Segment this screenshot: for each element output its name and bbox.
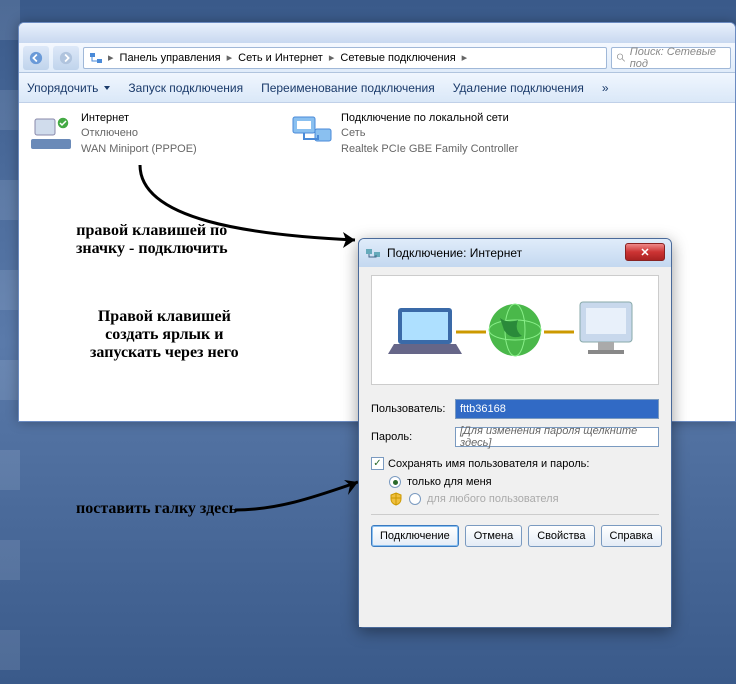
connection-status: Отключено — [81, 126, 197, 141]
radio-icon — [409, 493, 421, 505]
connection-device: WAN Miniport (PPPOE) — [81, 142, 197, 157]
nav-forward-button[interactable] — [53, 46, 79, 70]
dialog-title: Подключение: Интернет — [387, 246, 522, 260]
button-label: Подключение — [380, 530, 450, 542]
username-value: fttb36168 — [460, 403, 506, 415]
dialog-body: Пользователь: fttb36168 Пароль: [Для изм… — [359, 267, 671, 627]
connection-icon — [365, 245, 381, 261]
dialog-buttons: Подключение Отмена Свойства Справка — [371, 525, 659, 547]
rename-connection-button[interactable]: Переименование подключения — [261, 81, 435, 95]
radio-icon — [389, 476, 401, 488]
shield-icon — [389, 492, 403, 506]
toolbar-label: Переименование подключения — [261, 81, 435, 95]
breadcrumb[interactable]: ▸ Панель управления ▸ Сеть и Интернет ▸ … — [83, 47, 607, 69]
button-label: Справка — [610, 530, 653, 542]
lan-icon — [287, 111, 335, 155]
arrow-1 — [110, 160, 370, 260]
network-icon — [88, 50, 104, 66]
arrow-left-icon — [29, 51, 43, 65]
radio-label: только для меня — [407, 476, 492, 488]
connection-device: Realtek PCIe GBE Family Controller — [341, 142, 518, 157]
arrow-2 — [230, 470, 370, 520]
username-input[interactable]: fttb36168 — [455, 399, 659, 419]
checkbox-label: Сохранять имя пользователя и пароль: — [388, 458, 589, 470]
save-credentials-checkbox[interactable]: ✓ Сохранять имя пользователя и пароль: — [371, 457, 659, 470]
toolbar: Упорядочить Запуск подключения Переимено… — [19, 73, 735, 103]
radio-label: для любого пользователя — [427, 493, 559, 505]
cancel-button[interactable]: Отмена — [465, 525, 522, 547]
nav-back-button[interactable] — [23, 46, 49, 70]
breadcrumb-item[interactable]: Сеть и Интернет — [234, 52, 327, 64]
modem-icon — [27, 111, 75, 155]
annotation-3: поставить галку здесь — [76, 500, 237, 518]
arrow-right-icon — [59, 51, 73, 65]
connection-dialog: Подключение: Интернет ✕ — [358, 238, 672, 628]
chevron-right-icon: ▸ — [106, 51, 116, 64]
connect-button[interactable]: Подключение — [371, 525, 459, 547]
password-input[interactable]: [Для изменения пароля щелкните здесь] — [455, 427, 659, 447]
close-button[interactable]: ✕ — [625, 243, 665, 261]
search-input[interactable]: Поиск: Сетевые под — [611, 47, 731, 69]
search-placeholder: Поиск: Сетевые под — [630, 46, 726, 70]
close-icon: ✕ — [640, 246, 649, 259]
delete-connection-button[interactable]: Удаление подключения — [453, 81, 584, 95]
desktop-icons-blur — [0, 0, 20, 684]
organize-menu[interactable]: Упорядочить — [27, 81, 110, 95]
username-label: Пользователь: — [371, 403, 455, 415]
chevron-right-icon: ▸ — [460, 51, 470, 64]
toolbar-label: Упорядочить — [27, 81, 98, 95]
checkbox-icon: ✓ — [371, 457, 384, 470]
dialog-illustration — [371, 275, 659, 385]
navbar: ▸ Панель управления ▸ Сеть и Интернет ▸ … — [19, 43, 735, 73]
chevron-down-icon — [104, 86, 110, 90]
separator — [371, 514, 659, 515]
more-label: » — [602, 81, 609, 95]
dialog-titlebar[interactable]: Подключение: Интернет ✕ — [359, 239, 671, 267]
explorer-titlebar — [19, 23, 735, 43]
properties-button[interactable]: Свойства — [528, 525, 594, 547]
help-button[interactable]: Справка — [601, 525, 662, 547]
search-icon — [616, 52, 627, 64]
button-label: Свойства — [537, 530, 585, 542]
breadcrumb-item[interactable]: Сетевые подключения — [336, 52, 459, 64]
password-row: Пароль: [Для изменения пароля щелкните з… — [371, 427, 659, 447]
start-connection-button[interactable]: Запуск подключения — [128, 81, 243, 95]
toolbar-label: Запуск подключения — [128, 81, 243, 95]
more-button[interactable]: » — [602, 81, 609, 95]
password-placeholder: [Для изменения пароля щелкните здесь] — [460, 425, 654, 449]
connection-status: Сеть — [341, 126, 518, 141]
connection-title: Интернет — [81, 111, 197, 126]
annotation-2: Правой клавишей создать ярлык и запускат… — [90, 308, 239, 362]
chevron-right-icon: ▸ — [327, 51, 337, 64]
chevron-right-icon: ▸ — [225, 51, 235, 64]
username-row: Пользователь: fttb36168 — [371, 399, 659, 419]
button-label: Отмена — [474, 530, 513, 542]
password-label: Пароль: — [371, 431, 455, 443]
toolbar-label: Удаление подключения — [453, 81, 584, 95]
radio-all-users[interactable]: для любого пользователя — [389, 492, 659, 506]
connection-title: Подключение по локальной сети — [341, 111, 518, 126]
radio-only-me[interactable]: только для меня — [389, 476, 659, 488]
breadcrumb-item[interactable]: Панель управления — [116, 52, 225, 64]
